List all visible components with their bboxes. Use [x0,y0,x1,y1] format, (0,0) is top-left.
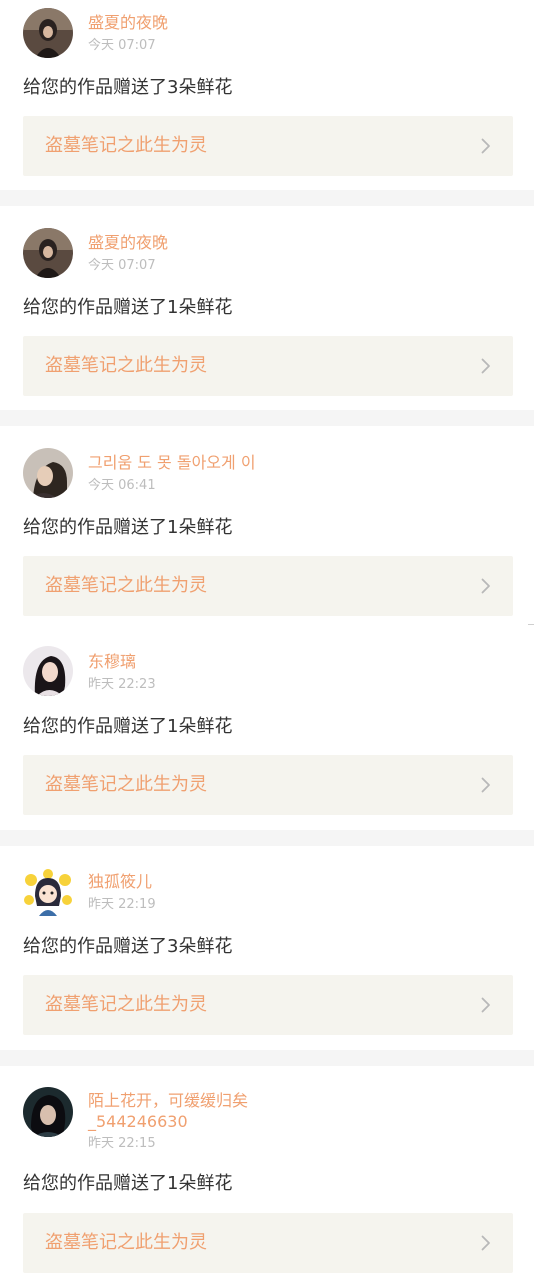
notification-card: 东穆璃 昨天 22:23 给您的作品赠送了1朵鲜花 盗墓笔记之此生为灵 [0,626,534,830]
timestamp: 昨天 22:23 [88,677,156,692]
sender-name[interactable]: 盛夏的夜晚 [88,13,168,33]
user-avatar[interactable] [23,8,73,58]
profile-portrait-avatar-icon [23,448,73,498]
cartoon-girl-avatar-icon [23,866,73,916]
sender-name[interactable]: 东穆璃 [88,652,136,672]
gift-message: 给您的作品赠送了3朵鲜花 [23,936,233,957]
work-title: 盗墓笔记之此生为灵 [45,994,207,1015]
dark-portrait-avatar-icon [23,8,73,58]
card-separator [0,410,534,426]
gift-message: 给您的作品赠送了1朵鲜花 [23,716,233,737]
timestamp: 昨天 22:19 [88,897,156,912]
user-avatar[interactable] [23,1087,73,1137]
work-link[interactable]: 盗墓笔记之此生为灵 [23,116,513,176]
notification-card: 盛夏的夜晚 今天 07:07 给您的作品赠送了3朵鲜花 盗墓笔记之此生为灵 [0,0,534,190]
gift-message: 给您的作品赠送了1朵鲜花 [23,297,233,318]
work-title: 盗墓笔记之此生为灵 [45,774,207,795]
card-separator [0,190,534,206]
notification-card: 独孤筱儿 昨天 22:19 给您的作品赠送了3朵鲜花 盗墓笔记之此生为灵 [0,846,534,1050]
work-link[interactable]: 盗墓笔记之此生为灵 [23,336,513,396]
gift-message: 给您的作品赠送了3朵鲜花 [23,77,233,98]
work-title: 盗墓笔记之此生为灵 [45,135,207,156]
chevron-right-icon [481,777,491,793]
girl-portrait-avatar-icon [23,646,73,696]
work-title: 盗墓笔记之此生为灵 [45,355,207,376]
sender-name[interactable]: 陌上花开，可缓缓归矣_544246630 [88,1090,328,1132]
chevron-right-icon [481,138,491,154]
timestamp: 今天 07:07 [88,258,156,273]
user-avatar[interactable] [23,866,73,916]
gift-message: 给您的作品赠送了1朵鲜花 [23,517,233,538]
notification-card: 盛夏的夜晚 今天 07:07 给您的作品赠送了1朵鲜花 盗墓笔记之此生为灵 [0,206,534,410]
user-avatar[interactable] [23,448,73,498]
card-separator [0,830,534,846]
user-avatar[interactable] [23,228,73,278]
work-link[interactable]: 盗墓笔记之此生为灵 [23,1213,513,1273]
work-title: 盗墓笔记之此生为灵 [45,1232,207,1253]
timestamp: 昨天 22:15 [88,1136,156,1151]
work-link[interactable]: 盗墓笔记之此生为灵 [23,556,513,616]
timestamp: 今天 06:41 [88,478,156,493]
card-separator [0,1050,534,1066]
timestamp: 今天 07:07 [88,38,156,53]
user-avatar[interactable] [23,646,73,696]
chevron-right-icon [481,997,491,1013]
dark-portrait-avatar-icon [23,228,73,278]
notification-card: 그리움 도 못 돌아오게 이 今天 06:41 给您的作品赠送了1朵鲜花 盗墓笔… [0,426,534,626]
divider-tick [528,624,534,625]
sender-name[interactable]: 盛夏的夜晚 [88,233,168,253]
notification-card: 陌上花开，可缓缓归矣_544246630 昨天 22:15 给您的作品赠送了1朵… [0,1066,534,1280]
sender-name[interactable]: 独孤筱儿 [88,872,152,892]
dark-hair-avatar-icon [23,1087,73,1137]
chevron-right-icon [481,1235,491,1251]
work-link[interactable]: 盗墓笔记之此生为灵 [23,975,513,1035]
work-title: 盗墓笔记之此生为灵 [45,575,207,596]
chevron-right-icon [481,358,491,374]
gift-message: 给您的作品赠送了1朵鲜花 [23,1173,233,1194]
work-link[interactable]: 盗墓笔记之此生为灵 [23,755,513,815]
sender-name[interactable]: 그리움 도 못 돌아오게 이 [88,453,256,473]
chevron-right-icon [481,578,491,594]
